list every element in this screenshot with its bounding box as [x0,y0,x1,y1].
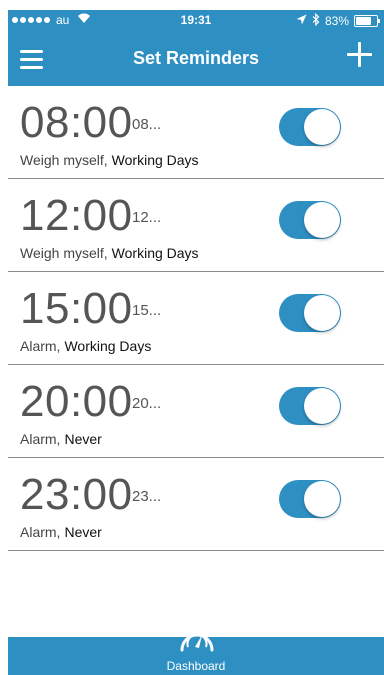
reminder-time-short: 12... [132,209,162,226]
reminder-time-short: 15... [132,302,162,319]
reminder-label: Weigh myself, [20,152,108,168]
reminder-time-short: 08... [132,116,162,133]
reminder-description: Alarm, Working Days [20,338,151,354]
reminder-label: Weigh myself, [20,245,108,261]
reminder-row[interactable]: 15:00 15... Alarm, Working Days [8,272,384,365]
reminder-label: Alarm, [20,338,61,354]
battery-icon [354,15,380,27]
location-arrow-icon [296,14,307,28]
status-right: 83% [296,12,380,29]
tab-bar: Dashboard [8,633,384,675]
page-title: Set Reminders [132,48,260,68]
toggle-knob [304,388,340,424]
battery-percent: 83% [324,14,349,28]
reminder-time-short: 23... [132,488,162,505]
reminder-time: 15:00 [20,284,133,333]
reminder-row[interactable]: 08:00 08... Weigh myself, Working Days [8,86,384,179]
reminder-toggle[interactable] [279,480,341,518]
reminder-label: Alarm, [20,431,61,447]
reminder-time: 12:00 [20,191,133,240]
reminder-time-short: 20... [132,395,162,412]
gauge-icon [179,623,215,653]
reminder-toggle[interactable] [279,387,341,425]
tab-label: Dashboard [166,659,226,673]
reminder-label: Alarm, [20,524,61,540]
reminder-row[interactable]: 12:00 12... Weigh myself, Working Days [8,179,384,272]
reminder-description: Alarm, Never [20,431,102,447]
reminder-repeat: Working Days [111,245,199,261]
reminder-description: Weigh myself, Working Days [20,152,199,168]
reminder-repeat: Working Days [64,338,152,354]
reminder-time: 08:00 [20,98,133,147]
reminder-list: 08:00 08... Weigh myself, Working Days 12… [8,86,384,551]
reminder-repeat: Never [64,431,102,447]
toggle-knob [304,481,340,517]
app-frame: au 19:31 83% Set Reminders 08:00 08... W… [8,10,384,675]
reminder-row[interactable]: 23:00 23... Alarm, Never [8,458,384,551]
reminder-repeat: Working Days [111,152,199,168]
header: au 19:31 83% Set Reminders [8,10,384,86]
tab-dashboard[interactable]: Dashboard [146,633,246,675]
reminder-toggle[interactable] [279,201,341,239]
reminder-row[interactable]: 20:00 20... Alarm, Never [8,365,384,458]
reminder-description: Weigh myself, Working Days [20,245,199,261]
toggle-knob [304,295,340,331]
reminder-time: 20:00 [20,377,133,426]
toggle-knob [304,109,340,145]
nav-bar: Set Reminders [8,32,384,86]
bluetooth-icon [312,12,320,29]
reminder-description: Alarm, Never [20,524,102,540]
reminder-time: 23:00 [20,470,133,519]
reminder-toggle[interactable] [279,108,341,146]
toggle-knob [304,202,340,238]
add-reminder-button[interactable] [342,38,378,74]
status-bar: au 19:31 83% [8,10,384,32]
reminder-repeat: Never [64,524,102,540]
reminder-toggle[interactable] [279,294,341,332]
